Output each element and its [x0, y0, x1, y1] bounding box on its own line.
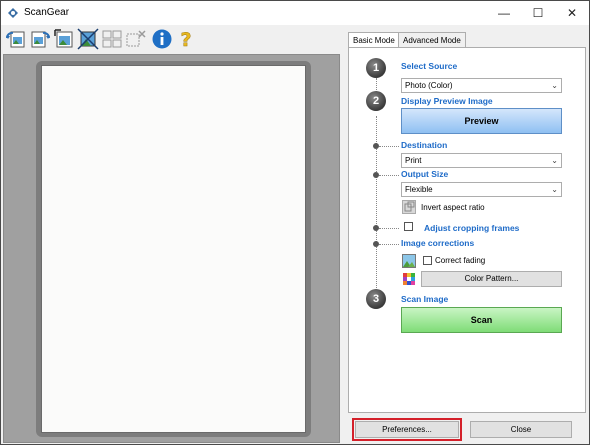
adjust-cropping-frames-label: Adjust cropping frames [424, 223, 520, 233]
output-size-value: Flexible [405, 185, 433, 194]
close-button[interactable]: Close [470, 421, 572, 438]
color-pattern-icon [403, 273, 415, 285]
window-title: ScanGear [24, 7, 70, 18]
maximize-button[interactable]: ☐ [521, 1, 555, 25]
adjust-cropping-frames-checkbox[interactable] [404, 222, 413, 231]
output-size-heading: Output Size [401, 169, 449, 179]
connector-dots [379, 175, 399, 176]
minimize-button[interactable]: — [487, 1, 521, 25]
toolbar: ? [1, 26, 341, 54]
close-window-button[interactable]: ✕ [555, 1, 589, 25]
preferences-button[interactable]: Preferences... [355, 421, 459, 438]
invert-aspect-ratio-label: Invert aspect ratio [421, 203, 485, 212]
chevron-down-icon: ⌄ [551, 156, 558, 165]
preview-paper[interactable] [41, 65, 306, 433]
image-corrections-heading: Image corrections [401, 238, 475, 248]
rotate-right-icon[interactable] [29, 28, 51, 50]
tab-advanced-mode[interactable]: Advanced Mode [398, 32, 466, 48]
output-size-dropdown[interactable]: Flexible ⌄ [401, 182, 562, 197]
destination-dropdown[interactable]: Print ⌄ [401, 153, 562, 168]
chevron-down-icon: ⌄ [551, 81, 558, 90]
select-source-dropdown[interactable]: Photo (Color) ⌄ [401, 78, 562, 93]
preview-button[interactable]: Preview [401, 108, 562, 134]
invert-icon[interactable] [77, 28, 99, 50]
connector-dots [379, 146, 399, 147]
destination-heading: Destination [401, 140, 448, 150]
select-source-value: Photo (Color) [405, 81, 453, 90]
scan-button[interactable]: Scan [401, 307, 562, 333]
svg-text:?: ? [180, 29, 191, 50]
title-bar: ScanGear — ☐ ✕ [1, 1, 589, 25]
basic-mode-panel: 1 Select Source Photo (Color) ⌄ 2 Displa… [348, 47, 586, 413]
invert-aspect-ratio-icon[interactable] [402, 200, 416, 214]
rotate-left-icon[interactable] [5, 28, 27, 50]
correct-fading-icon [402, 254, 416, 268]
scangear-window: ScanGear — ☐ ✕ ? Basic Mode Advanced Mod… [0, 0, 590, 445]
correct-fading-label: Correct fading [435, 256, 486, 265]
correct-fading-checkbox[interactable] [423, 256, 432, 265]
help-icon[interactable]: ? [175, 28, 197, 50]
step-3-badge: 3 [366, 289, 386, 309]
step-2-badge: 2 [366, 91, 386, 111]
connector-dots [379, 244, 399, 245]
remove-frame-icon[interactable] [125, 28, 147, 50]
connector-dots [379, 228, 399, 229]
auto-crop-icon[interactable] [53, 28, 75, 50]
chevron-down-icon: ⌄ [551, 185, 558, 194]
display-preview-heading: Display Preview Image [401, 96, 493, 106]
select-source-heading: Select Source [401, 61, 458, 71]
destination-value: Print [405, 156, 422, 165]
platen-frame [36, 61, 311, 437]
settings-panel-container: Basic Mode Advanced Mode 1 Select Source… [344, 29, 587, 444]
scanner-app-icon [8, 8, 18, 18]
step-1-badge: 1 [366, 58, 386, 78]
select-all-frames-icon[interactable] [101, 28, 123, 50]
info-icon[interactable] [151, 28, 173, 50]
color-pattern-button[interactable]: Color Pattern... [421, 271, 562, 287]
preview-area[interactable] [3, 54, 340, 443]
scan-image-heading: Scan Image [401, 294, 449, 304]
